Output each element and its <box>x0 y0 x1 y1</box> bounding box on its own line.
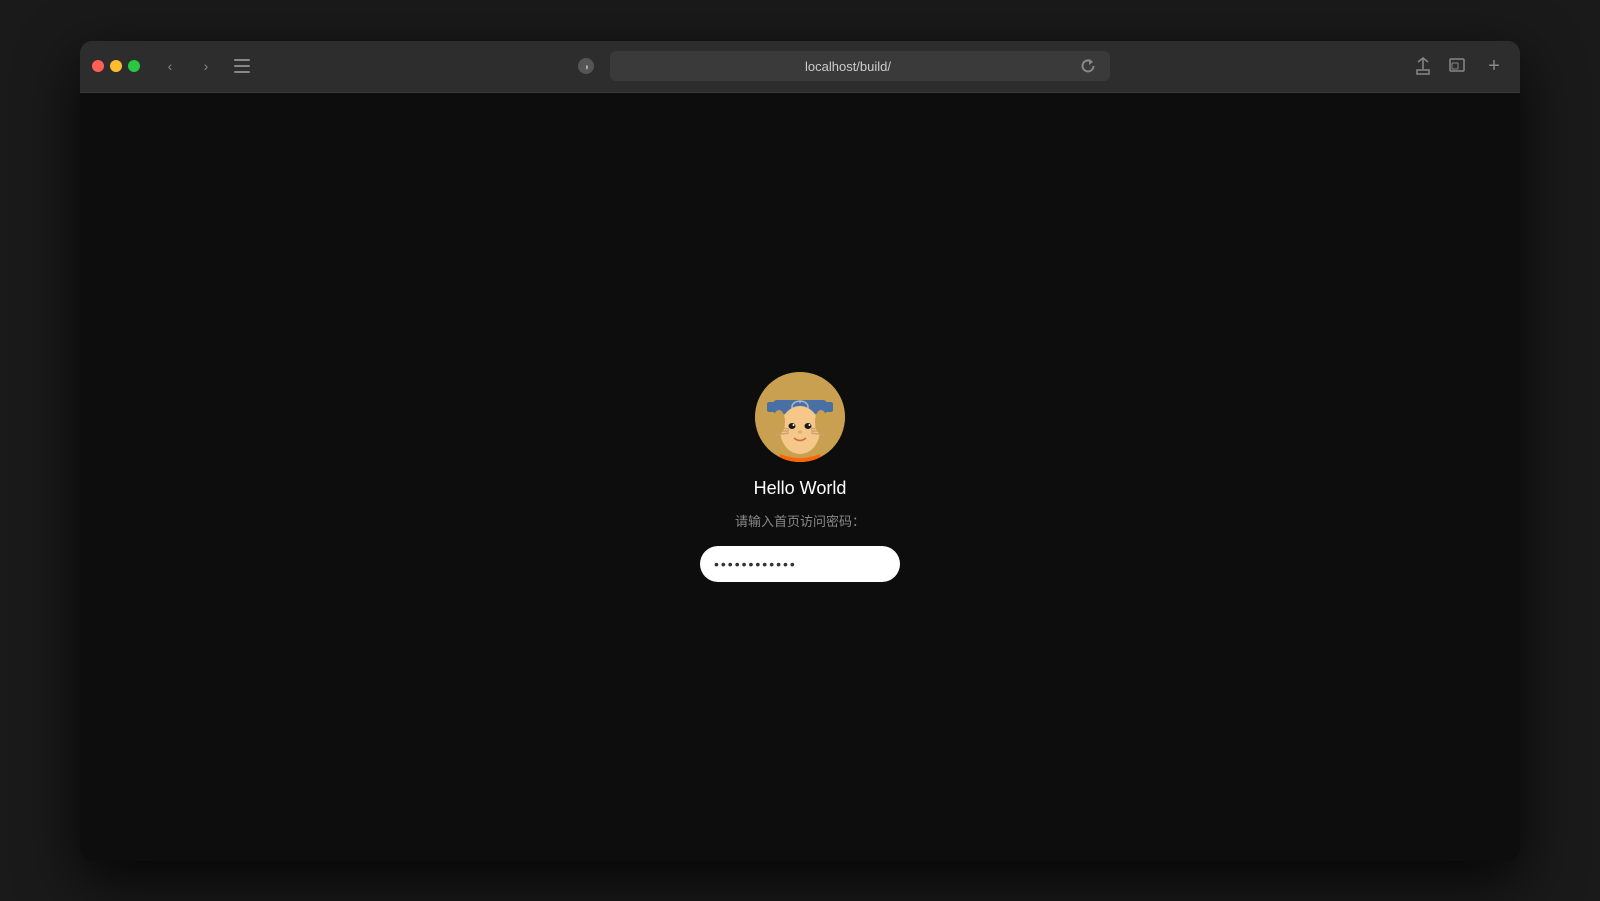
browser-titlebar: ‹ › ◑ <box>80 41 1520 93</box>
traffic-lights <box>92 60 140 72</box>
back-button[interactable]: ‹ <box>156 52 184 80</box>
browser-window: ‹ › ◑ <box>80 41 1520 861</box>
forward-icon: › <box>204 58 209 74</box>
password-input[interactable] <box>700 556 900 572</box>
avatar <box>755 372 845 462</box>
prompt-text: 请输入首页访问密码： <box>735 511 865 530</box>
browser-content: Hello World 请输入首页访问密码： <box>80 93 1520 861</box>
new-tab-button[interactable] <box>1442 51 1472 81</box>
forward-button[interactable]: › <box>192 52 220 80</box>
address-bar-container: ◑ <box>272 50 1400 82</box>
password-form <box>700 546 900 582</box>
refresh-button[interactable] <box>1074 52 1102 80</box>
username-label: Hello World <box>754 478 847 499</box>
shield-button[interactable]: ◑ <box>570 50 602 82</box>
sidebar-icon <box>234 59 250 73</box>
plus-icon: + <box>1488 55 1500 78</box>
share-icon <box>1415 57 1431 75</box>
browser-actions: + <box>1408 51 1508 81</box>
address-bar-input[interactable] <box>610 51 1110 81</box>
share-button[interactable] <box>1408 51 1438 81</box>
tab-icon <box>1449 58 1465 74</box>
shield-icon: ◑ <box>577 57 595 75</box>
sidebar-toggle-button[interactable] <box>228 52 256 80</box>
back-icon: ‹ <box>168 58 173 74</box>
svg-text:◑: ◑ <box>583 62 589 73</box>
close-button[interactable] <box>92 60 104 72</box>
address-bar-wrapper <box>610 51 1102 81</box>
login-container: Hello World 请输入首页访问密码： <box>700 372 900 582</box>
add-tab-button[interactable]: + <box>1480 52 1508 80</box>
avatar-image <box>755 372 845 462</box>
minimize-button[interactable] <box>110 60 122 72</box>
maximize-button[interactable] <box>128 60 140 72</box>
refresh-icon <box>1081 59 1095 73</box>
